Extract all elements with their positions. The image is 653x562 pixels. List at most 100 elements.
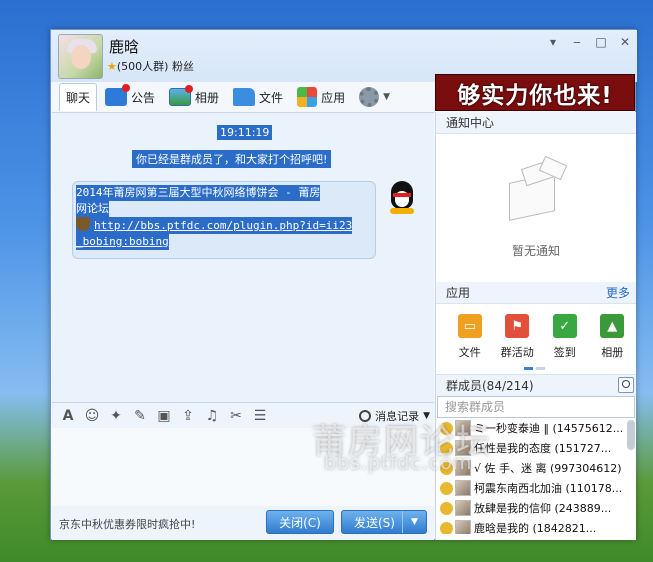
checkin-icon: ✓ — [552, 314, 577, 338]
app-label: 签到 — [553, 346, 576, 359]
message-input[interactable] — [52, 428, 434, 508]
member-row[interactable]: 柯震东南西北加油 (110178... — [436, 478, 636, 498]
apps-header: 应用 更多 — [436, 282, 636, 304]
promo-link[interactable]: 京东中秋优惠券限时疯抢中! — [59, 516, 195, 532]
app-label: 相册 — [601, 346, 624, 359]
message-text-line: 2014年莆房网第三届大型中秋网络博饼会 - 莆房 — [76, 185, 321, 201]
more-icon[interactable]: ☰ — [252, 408, 268, 424]
chat-message-area[interactable]: 19:11:19 你已经是群成员了，和大家打个招呼吧! 2014年莆房网第三届大… — [52, 112, 434, 402]
notification-center: 暂无通知 — [436, 134, 636, 282]
member-list: ミ一秒变泰迪 ‖ (14575612... 任性是我的态度 (151727...… — [436, 418, 636, 534]
tab-label: 公告 — [131, 90, 156, 105]
chevron-down-icon[interactable]: ▼ — [402, 511, 426, 533]
emoji-icon[interactable]: ☺ — [84, 408, 100, 424]
tab-label: 文件 — [259, 90, 284, 105]
link-text[interactable]: http://bbs.ptfdc.com/plugin.php?id=ii23 — [94, 219, 352, 232]
member-row[interactable]: √ 佐 手、迷 离 (997304612) — [436, 458, 636, 478]
message-link[interactable]: http://bbs.ptfdc.com/plugin.php?id=ii23 — [76, 217, 353, 234]
members-title: 群成员(84/214) — [446, 379, 534, 393]
member-row[interactable]: ミ一秒变泰迪 ‖ (14575612... — [436, 418, 636, 438]
tab-chat[interactable]: 聊天 — [59, 83, 98, 180]
edit-icon[interactable]: ✎ — [132, 408, 148, 424]
magic-icon[interactable]: ✦ — [108, 408, 124, 424]
image-icon[interactable]: ▣ — [156, 408, 172, 424]
dropdown-icon[interactable]: ▾ — [547, 36, 559, 48]
more-link[interactable]: 更多 — [606, 282, 630, 304]
font-icon[interactable]: A — [60, 408, 76, 424]
member-name: 柯震东南西北加油 (110178... — [474, 482, 623, 495]
ad-text: 够实力你也来! — [457, 82, 613, 109]
qq-group-chat-window: 鹿晗 ★(500人群) 粉丝 ▾ ‒ □ ✕ 聊天 公告 相册 文件 应用 ▼ … — [50, 29, 637, 540]
photo-icon: ▲ — [600, 314, 625, 338]
close-icon[interactable]: ✕ — [619, 36, 631, 48]
app-checkin[interactable]: ✓ 签到 — [541, 314, 589, 374]
member-name: 放肆是我的信仰 (243889... — [474, 502, 612, 515]
bottom-bar: 京东中秋优惠券限时疯抢中! 关闭(C) 发送(S) ▼ — [52, 506, 434, 540]
apps-icon — [297, 87, 318, 107]
music-icon[interactable]: ♫ — [204, 408, 220, 424]
message-history-button[interactable]: 消息记录 ▼ — [359, 408, 430, 424]
member-search-input[interactable]: 搜索群成员 — [437, 396, 635, 418]
avatar — [455, 500, 471, 516]
close-button[interactable]: 关闭(C) — [266, 510, 334, 534]
group-avatar[interactable] — [58, 34, 103, 79]
message-text-line: 网论坛 — [76, 201, 109, 217]
app-label: 群活动 — [500, 346, 534, 359]
no-notifications-text: 暂无通知 — [511, 244, 560, 258]
maximize-icon[interactable]: □ — [595, 36, 607, 48]
tab-apps[interactable]: 应用 — [291, 83, 351, 111]
apps-grid: ▭ 文件 ⚑ 群活动 ✓ 签到 ▲ 相册 — [436, 304, 636, 374]
app-album[interactable]: ▲ 相册 — [589, 314, 637, 374]
send-label: 发送(S) — [354, 515, 395, 530]
search-icon[interactable] — [618, 377, 634, 393]
avatar — [455, 420, 471, 436]
role-icon — [440, 521, 453, 534]
tab-announcement[interactable]: 公告 — [99, 83, 161, 111]
app-label: 文件 — [458, 346, 481, 359]
window-controls: ▾ ‒ □ ✕ — [547, 36, 631, 48]
member-name: ミ一秒变泰迪 ‖ (14575612... — [474, 422, 624, 435]
group-subtitle: ★(500人群) 粉丝 — [107, 58, 194, 74]
tab-label: 聊天 — [66, 91, 91, 105]
message-bubble[interactable]: 2014年莆房网第三届大型中秋网络博饼会 - 莆房 网论坛 http://bbs… — [72, 181, 376, 259]
role-icon — [440, 421, 453, 435]
message-link-cont[interactable]: _bobing:bobing — [76, 234, 169, 250]
tab-album[interactable]: 相册 — [163, 83, 225, 111]
avatar — [455, 480, 471, 496]
announcement-icon — [105, 84, 131, 106]
folder-icon — [233, 88, 256, 106]
shield-icon — [76, 217, 90, 231]
send-button[interactable]: 发送(S) ▼ — [341, 510, 427, 534]
system-message: 你已经是群成员了，和大家打个招呼吧! — [132, 150, 332, 168]
member-name: 鹿晗是我的 (1842821... — [474, 522, 597, 534]
tab-files[interactable]: 文件 — [227, 83, 289, 111]
settings-menu[interactable]: ▼ — [353, 83, 396, 111]
member-row[interactable]: 鹿晗是我的 (1842821... — [436, 518, 636, 534]
empty-box-icon — [501, 155, 571, 221]
member-name: 任性是我的态度 (151727... — [474, 442, 612, 455]
upload-icon[interactable]: ⇪ — [180, 408, 196, 424]
tab-label: 应用 — [321, 90, 346, 105]
avatar — [455, 520, 471, 534]
group-name[interactable]: 鹿晗 — [109, 36, 139, 57]
app-group-activity[interactable]: ⚑ 群活动 — [494, 314, 542, 374]
group-subtitle-text: (500人群) 粉丝 — [116, 60, 194, 73]
input-toolbar: A ☺ ✦ ✎ ▣ ⇪ ♫ ✂ ☰ 消息记录 ▼ — [52, 402, 434, 428]
member-row[interactable]: 放肆是我的信仰 (243889... — [436, 498, 636, 518]
star-icon: ★ — [107, 60, 117, 73]
role-icon — [440, 441, 453, 455]
scissors-icon[interactable]: ✂ — [228, 408, 244, 424]
member-list-scrollbar[interactable] — [627, 420, 635, 450]
page-dots — [524, 367, 545, 370]
member-row[interactable]: 任性是我的态度 (151727... — [436, 438, 636, 458]
folder-icon: ▭ — [457, 314, 482, 338]
flag-icon: ⚑ — [505, 314, 530, 338]
message-history-label: 消息记录 — [375, 410, 420, 423]
ad-banner[interactable]: 够实力你也来! — [435, 74, 635, 111]
penguin-avatar-icon[interactable] — [387, 181, 417, 215]
avatar — [455, 440, 471, 456]
minimize-icon[interactable]: ‒ — [571, 36, 583, 48]
app-files[interactable]: ▭ 文件 — [446, 314, 494, 374]
apps-title: 应用 — [446, 286, 471, 300]
right-panel: 通知中心 暂无通知 应用 更多 ▭ 文件 ⚑ 群活动 ✓ 签到 ▲ 相册 群成员(84/2… — [435, 112, 636, 540]
